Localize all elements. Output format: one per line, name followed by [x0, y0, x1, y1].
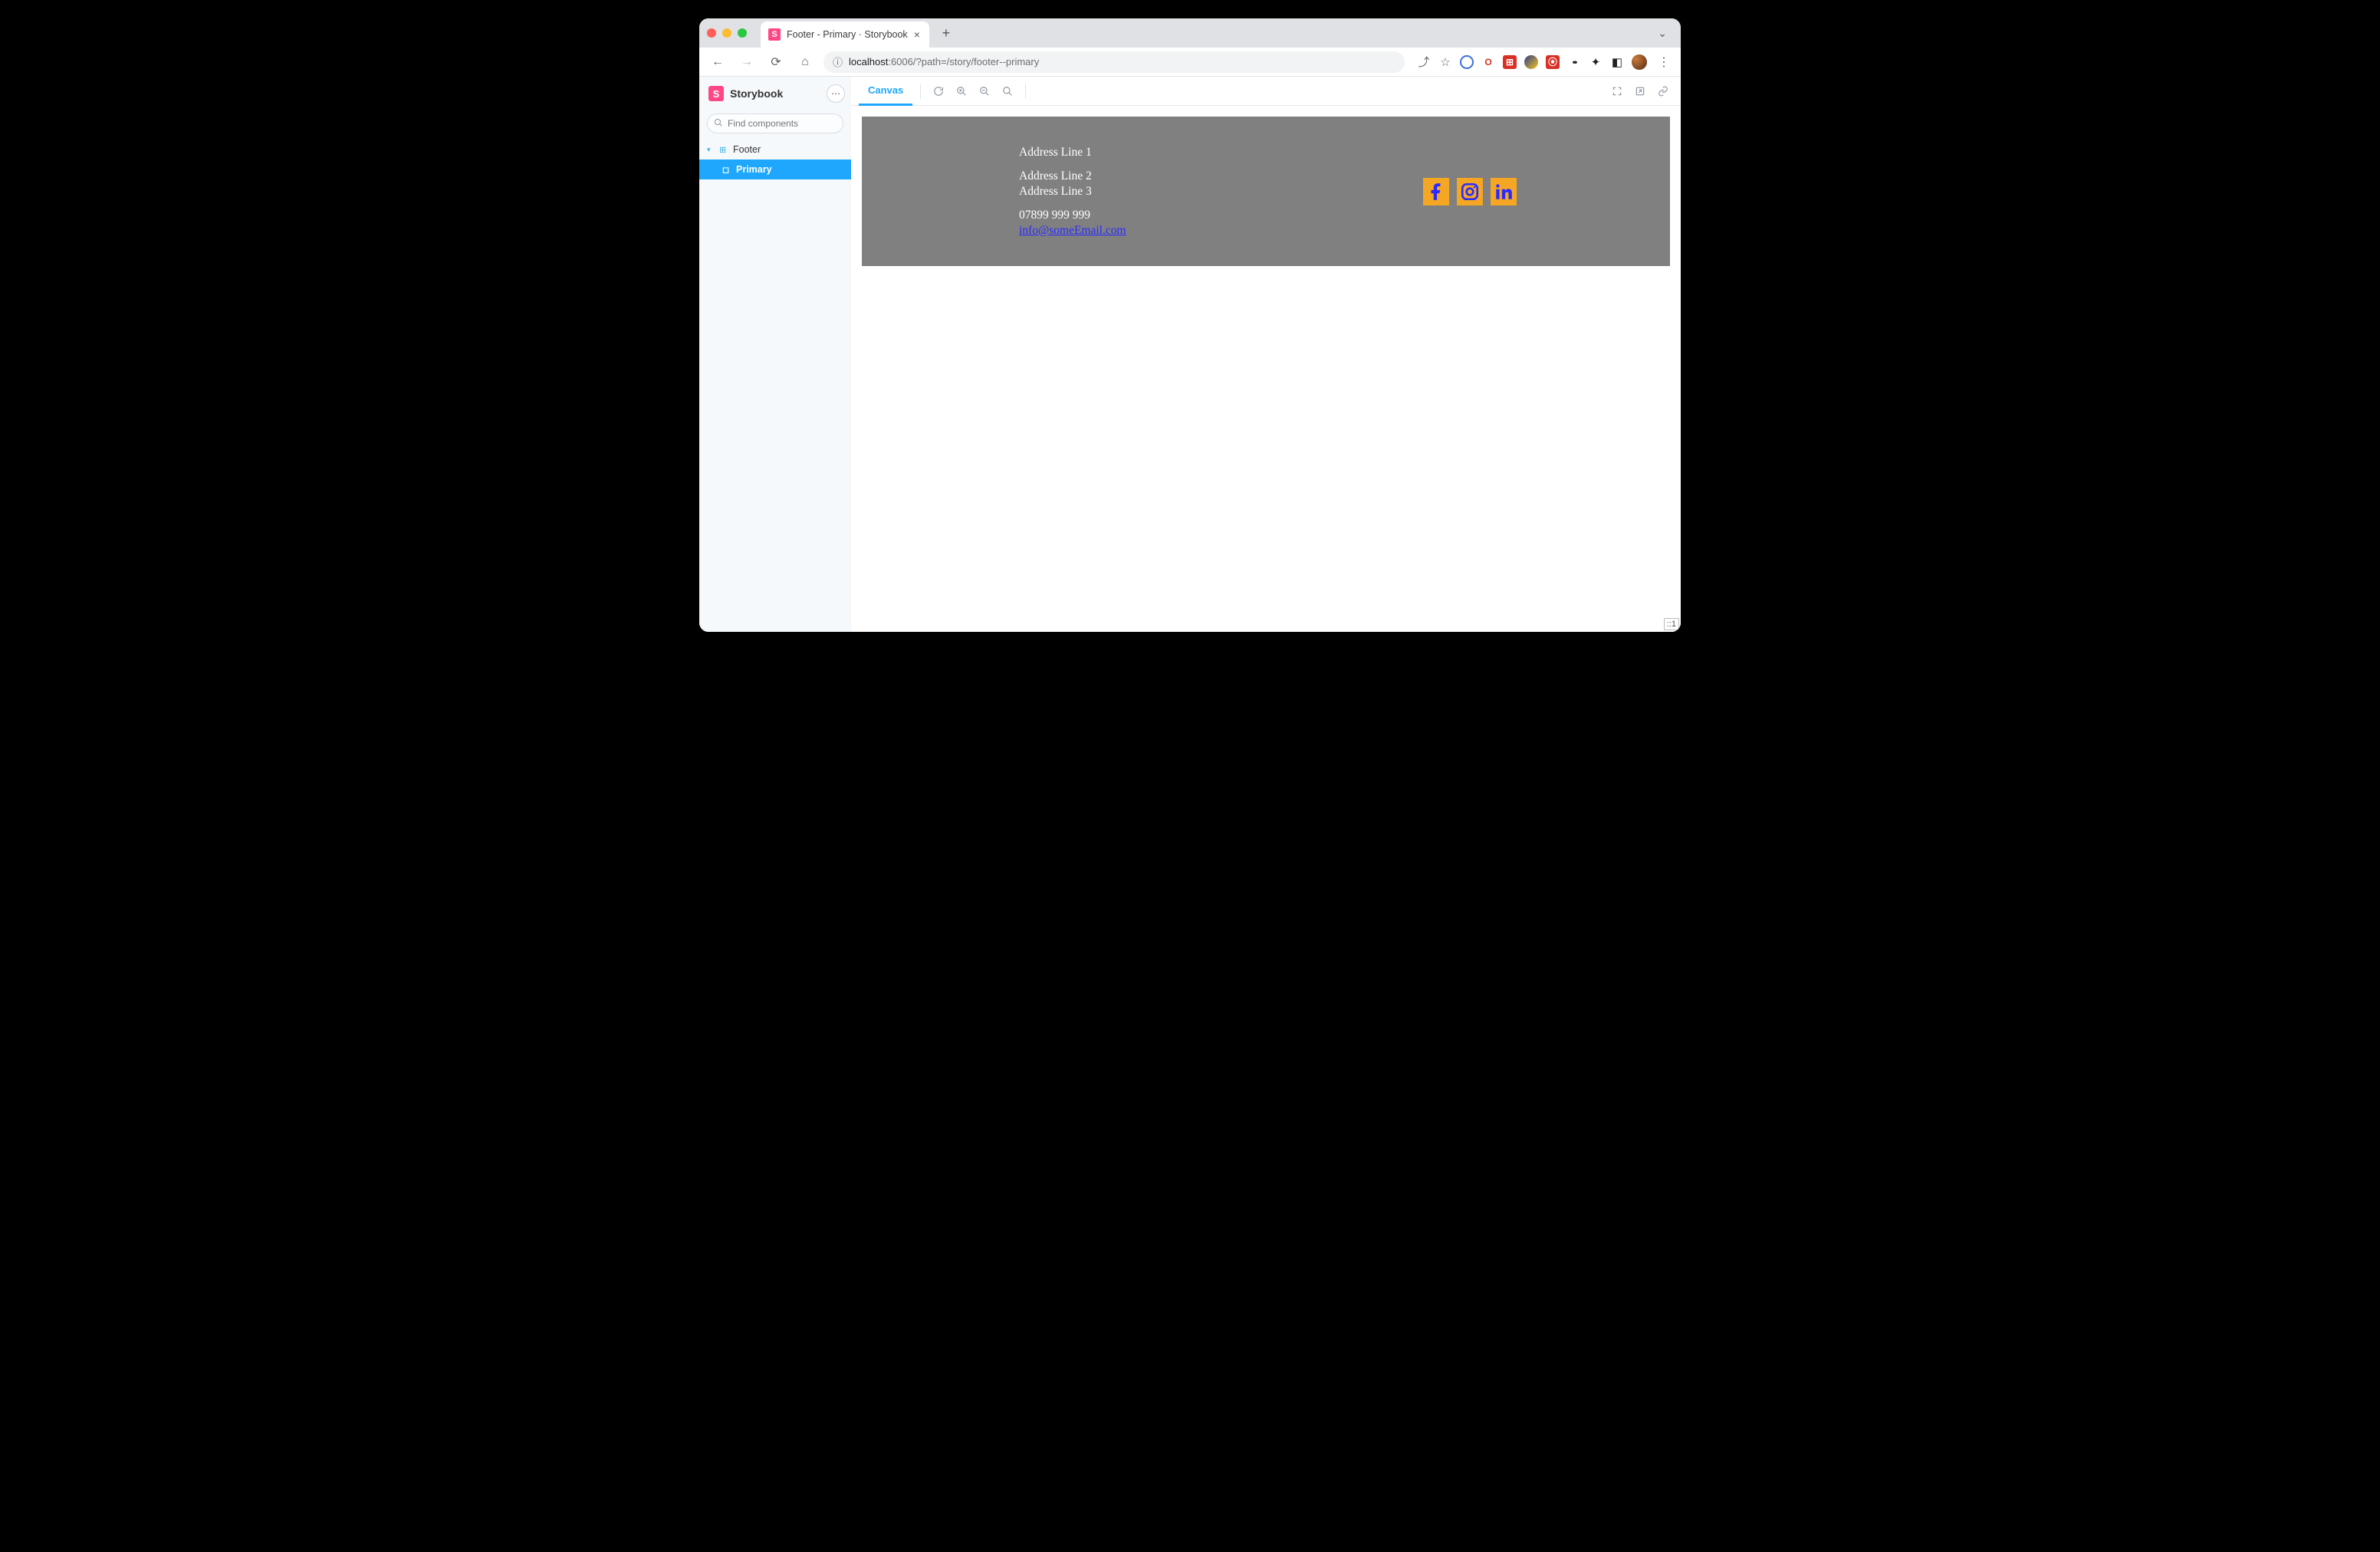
preview-toolbar: Canvas — [851, 77, 1681, 106]
new-tab-button[interactable]: + — [935, 22, 957, 44]
storybook-logo-icon: S — [708, 86, 724, 101]
extension-icon[interactable] — [1524, 55, 1538, 69]
back-button[interactable]: ← — [707, 51, 728, 73]
zoom-out-button[interactable] — [975, 81, 994, 101]
extension-icon[interactable]: •• — [1567, 55, 1581, 69]
remount-button[interactable] — [929, 81, 948, 101]
search-icon — [714, 118, 723, 130]
reload-button[interactable]: ⟳ — [765, 51, 787, 73]
zoom-reset-button[interactable] — [998, 81, 1017, 101]
footer-address-line3: Address Line 3 — [1019, 184, 1423, 199]
maximize-window-button[interactable] — [738, 28, 747, 38]
storybook-app: S Storybook ⋯ / ▾ ⊞ Footer — [699, 77, 1681, 632]
sidebar-search[interactable]: / — [707, 113, 843, 133]
preview-canvas: Address Line 1 Address Line 2 Address Li… — [851, 106, 1681, 632]
collapse-icon: ▾ — [707, 146, 715, 154]
footer-address-line2: Address Line 2 — [1019, 169, 1423, 183]
browser-toolbar: ← → ⟳ ⌂ ⓘ localhost:6006/?path=/story/fo… — [699, 48, 1681, 77]
search-input[interactable] — [728, 118, 846, 129]
storybook-brand: Storybook — [730, 87, 783, 100]
ip-badge: ::1 — [1664, 618, 1679, 630]
bookmark-star-icon[interactable]: ☆ — [1438, 55, 1452, 69]
minimize-window-button[interactable] — [722, 28, 731, 38]
storybook-sidebar: S Storybook ⋯ / ▾ ⊞ Footer — [699, 77, 851, 632]
instagram-icon[interactable] — [1457, 178, 1483, 206]
footer-phone: 07899 999 999 — [1019, 208, 1423, 222]
tab-title: Footer - Primary · Storybook — [787, 29, 908, 40]
toolbar-actions: ⤴ ☆ O ⊞ ⦿ •• ✦ ◧ ⋮ — [1412, 54, 1673, 70]
tab-canvas[interactable]: Canvas — [859, 77, 912, 106]
address-bar[interactable]: ⓘ localhost:6006/?path=/story/footer--pr… — [823, 51, 1405, 73]
fullscreen-button[interactable] — [1607, 81, 1627, 101]
home-button[interactable]: ⌂ — [794, 51, 816, 73]
extension-icon[interactable] — [1460, 55, 1474, 69]
share-icon[interactable]: ⤴ — [1417, 55, 1431, 69]
toolbar-separator — [920, 84, 921, 99]
footer-email-link[interactable]: info@someEmail.com — [1019, 224, 1126, 237]
sidebar-menu-button[interactable]: ⋯ — [827, 84, 845, 103]
tree-story-primary[interactable]: ◻ Primary — [699, 159, 851, 179]
tree-component-footer[interactable]: ▾ ⊞ Footer — [699, 140, 851, 159]
tabs-dropdown-button[interactable]: ⌄ — [1652, 27, 1673, 40]
storybook-favicon: S — [768, 28, 781, 41]
linkedin-icon[interactable] — [1491, 178, 1517, 206]
facebook-icon[interactable] — [1423, 178, 1449, 206]
storybook-main: Canvas — [851, 77, 1681, 632]
extensions-button[interactable]: ✦ — [1589, 55, 1603, 69]
url-text: localhost:6006/?path=/story/footer--prim… — [849, 56, 1039, 67]
close-tab-button[interactable]: × — [914, 28, 920, 41]
sidebar-header: S Storybook ⋯ — [699, 77, 851, 110]
zoom-in-button[interactable] — [952, 81, 971, 101]
footer-contact-block: Address Line 1 Address Line 2 Address Li… — [893, 145, 1423, 238]
forward-button[interactable]: → — [736, 51, 758, 73]
tree-item-label: Primary — [736, 164, 772, 175]
footer-social-links — [1423, 178, 1639, 206]
tree-item-label: Footer — [733, 144, 761, 155]
footer-address-line1: Address Line 1 — [1019, 145, 1423, 159]
window-controls — [707, 28, 747, 38]
side-panel-button[interactable]: ◧ — [1610, 55, 1624, 69]
browser-window: S Footer - Primary · Storybook × + ⌄ ← →… — [699, 18, 1681, 632]
story-icon: ◻ — [722, 165, 731, 175]
tab-strip: S Footer - Primary · Storybook × + ⌄ — [699, 18, 1681, 48]
extension-icon[interactable]: ⦿ — [1546, 55, 1560, 69]
extension-icon[interactable]: O — [1481, 55, 1495, 69]
copy-link-button[interactable] — [1653, 81, 1673, 101]
browser-tab[interactable]: S Footer - Primary · Storybook × — [761, 21, 929, 48]
chrome-menu-button[interactable]: ⋮ — [1655, 54, 1673, 70]
footer-component: Address Line 1 Address Line 2 Address Li… — [862, 117, 1670, 266]
extension-icon[interactable]: ⊞ — [1503, 55, 1517, 69]
close-window-button[interactable] — [707, 28, 716, 38]
component-icon: ⊞ — [719, 145, 728, 155]
profile-avatar[interactable] — [1632, 54, 1647, 70]
site-info-icon[interactable]: ⓘ — [833, 54, 843, 69]
sidebar-tree: ▾ ⊞ Footer ◻ Primary — [699, 140, 851, 179]
open-isolated-button[interactable] — [1630, 81, 1650, 101]
toolbar-separator — [1025, 84, 1026, 99]
